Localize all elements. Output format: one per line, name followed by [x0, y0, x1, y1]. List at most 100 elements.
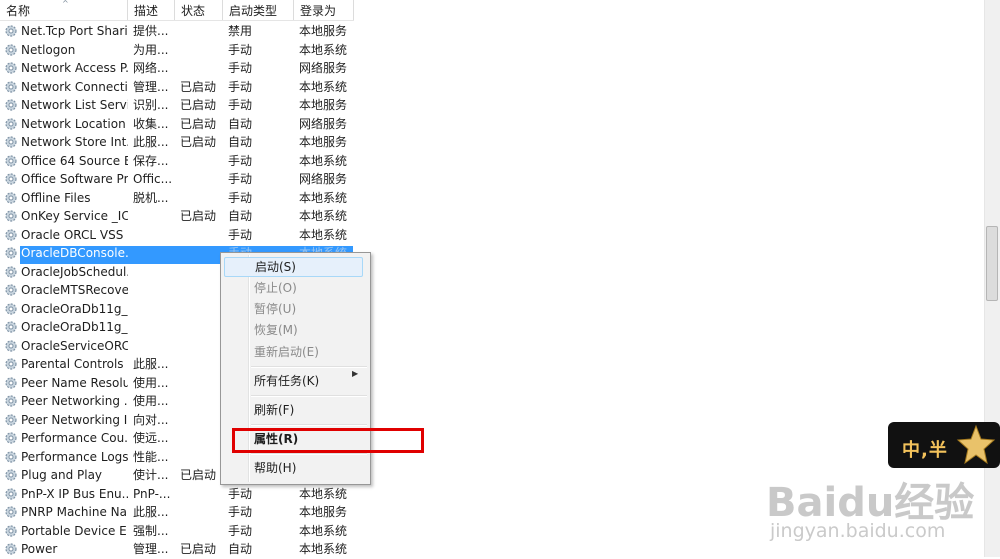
table-row[interactable]: Office Software Pr... Offic... 手动 网络服务	[0, 170, 354, 189]
service-name-cell: OracleOraDb11g_...	[4, 300, 128, 319]
submenu-arrow-icon: ▶	[352, 369, 359, 378]
service-gear-icon	[4, 524, 18, 538]
service-status: 已启动	[180, 542, 217, 556]
table-row[interactable]: Network Store Int... 此服... 已启动 自动 本地服务	[0, 133, 354, 152]
service-log-on-as: 本地服务	[299, 24, 348, 38]
table-row[interactable]: Net.Tcp Port Shari... 提供... 禁用 本地服务	[0, 22, 354, 41]
service-gear-icon	[4, 172, 18, 186]
table-row[interactable]: Network List Service 识别... 已启动手动 本地服务	[0, 96, 354, 115]
service-description: 保存...	[133, 153, 169, 168]
table-row[interactable]: Oracle ORCL VSS ... 手动 本地系统	[0, 226, 354, 245]
service-name-cell: Network List Service	[4, 96, 128, 115]
service-name: Offline Files	[21, 190, 91, 205]
menu-item-restart[interactable]: 重新启动(E)	[254, 342, 319, 362]
service-gear-icon	[4, 154, 18, 168]
service-log-on-as: 本地系统	[299, 209, 348, 223]
service-gear-icon	[4, 80, 18, 94]
service-gear-icon	[4, 450, 18, 464]
menu-item-help[interactable]: 帮助(H)	[254, 458, 296, 478]
service-name: Power	[21, 542, 58, 556]
table-row[interactable]: Network Access P... 网络... 手动 网络服务	[0, 59, 354, 78]
service-startup-type: 手动	[228, 42, 253, 57]
service-name: Peer Networking I...	[21, 412, 128, 427]
service-startup-type: 手动	[228, 172, 253, 186]
service-name-cell: PnP-X IP Bus Enu...	[4, 485, 128, 504]
service-name: Performance Cou...	[21, 431, 128, 445]
service-log-on-as: 本地系统	[299, 190, 348, 205]
service-log-on-as: 本地服务	[299, 135, 348, 149]
star-icon	[956, 424, 996, 465]
sort-ascending-icon: ^	[62, 0, 69, 8]
service-gear-icon	[4, 265, 18, 279]
menu-item-pause[interactable]: 暂停(U)	[254, 299, 296, 319]
table-row[interactable]: Network Location ... 收集... 已启动自动 网络服务	[0, 115, 354, 134]
table-row[interactable]: Offline Files 脱机... 手动 本地系统	[0, 189, 354, 208]
table-row[interactable]: PNRP Machine Na... 此服... 手动 本地服务	[0, 503, 354, 522]
service-gear-icon	[4, 246, 18, 260]
table-row[interactable]: OnKey Service _IC... 已启动自动 本地系统	[0, 207, 354, 226]
menu-item-resume[interactable]: 恢复(M)	[254, 320, 298, 340]
column-header-status[interactable]: 状态	[175, 0, 223, 20]
service-name: PnP-X IP Bus Enu...	[21, 486, 128, 501]
service-gear-icon	[4, 431, 18, 445]
service-name-cell: Network Access P...	[4, 59, 128, 78]
service-name: OracleMTSRecove...	[21, 283, 128, 297]
service-gear-icon	[4, 283, 18, 297]
service-name-cell: Network Store Int...	[4, 133, 128, 152]
table-row[interactable]: Network Connecti... 管理... 已启动 手动 本地系统	[0, 78, 354, 97]
menu-item-stop[interactable]: 停止(O)	[254, 278, 297, 298]
service-startup-type: 手动	[228, 505, 253, 519]
table-row[interactable]: Power 管理... 已启动 自动 本地系统	[0, 540, 354, 559]
service-name-cell: OracleServiceORCL	[4, 337, 128, 356]
column-header-description[interactable]: 描述	[128, 0, 175, 20]
menu-item-all-tasks[interactable]: 所有任务(K)	[254, 371, 319, 391]
service-gear-icon	[4, 302, 18, 316]
menu-separator	[251, 424, 367, 426]
service-status: 已启动	[180, 468, 217, 482]
service-startup-type: 手动	[228, 79, 253, 94]
service-description: 使远...	[133, 431, 169, 445]
service-log-on-as: 本地系统	[299, 542, 348, 556]
service-gear-icon	[4, 191, 18, 205]
service-status: 已启动	[180, 79, 217, 94]
service-name: OracleJobSchedul...	[21, 264, 128, 279]
column-header-startup-type[interactable]: 启动类型	[223, 0, 294, 20]
ime-status-badge[interactable]: 中,半	[888, 422, 1000, 468]
service-status: 已启动	[180, 209, 217, 223]
service-log-on-as: 网络服务	[299, 61, 348, 75]
service-description: 提供...	[133, 24, 169, 38]
column-header-log-on-as[interactable]: 登录为	[294, 0, 354, 20]
service-startup-type: 手动	[228, 227, 253, 242]
service-name-cell: OracleDBConsole...	[4, 244, 128, 263]
service-startup-type: 自动	[228, 116, 253, 131]
service-description: 此服...	[133, 357, 169, 371]
service-description: PnP-...	[133, 486, 171, 501]
service-log-on-as: 本地系统	[299, 42, 348, 57]
table-row[interactable]: PnP-X IP Bus Enu... PnP-... 手动 本地系统	[0, 485, 354, 504]
service-name: Netlogon	[21, 42, 76, 57]
menu-item-refresh[interactable]: 刷新(F)	[254, 400, 294, 420]
service-gear-icon	[4, 209, 18, 223]
table-row[interactable]: Portable Device E... 强制... 手动 本地系统	[0, 522, 354, 541]
service-name-cell: Network Connecti...	[4, 78, 128, 97]
service-log-on-as: 本地系统	[299, 79, 348, 94]
table-row[interactable]: Netlogon 为用... 手动 本地系统	[0, 41, 354, 60]
service-name: Peer Name Resolu...	[21, 375, 128, 390]
table-row[interactable]: Office 64 Source E... 保存... 手动 本地系统	[0, 152, 354, 171]
service-gear-icon	[4, 61, 18, 75]
service-gear-icon	[4, 394, 18, 408]
service-startup-type: 手动	[228, 486, 253, 501]
service-startup-type: 禁用	[228, 24, 253, 38]
service-gear-icon	[4, 117, 18, 131]
scrollbar-thumb[interactable]	[986, 226, 998, 301]
service-name: Peer Networking ...	[21, 394, 128, 408]
service-name: Net.Tcp Port Shari...	[21, 24, 128, 38]
service-name-cell: Portable Device E...	[4, 522, 128, 541]
service-name: OnKey Service _IC...	[21, 209, 128, 223]
column-header-bar: 名称 ^ 描述 状态 启动类型 登录为	[0, 0, 354, 21]
service-name: Network Connecti...	[21, 79, 128, 94]
service-name-cell: Netlogon	[4, 41, 128, 60]
menu-item-start[interactable]: 启动(S)	[224, 257, 363, 277]
ime-badge-text: 中,半	[902, 440, 948, 461]
service-name: Network List Service	[21, 98, 128, 112]
